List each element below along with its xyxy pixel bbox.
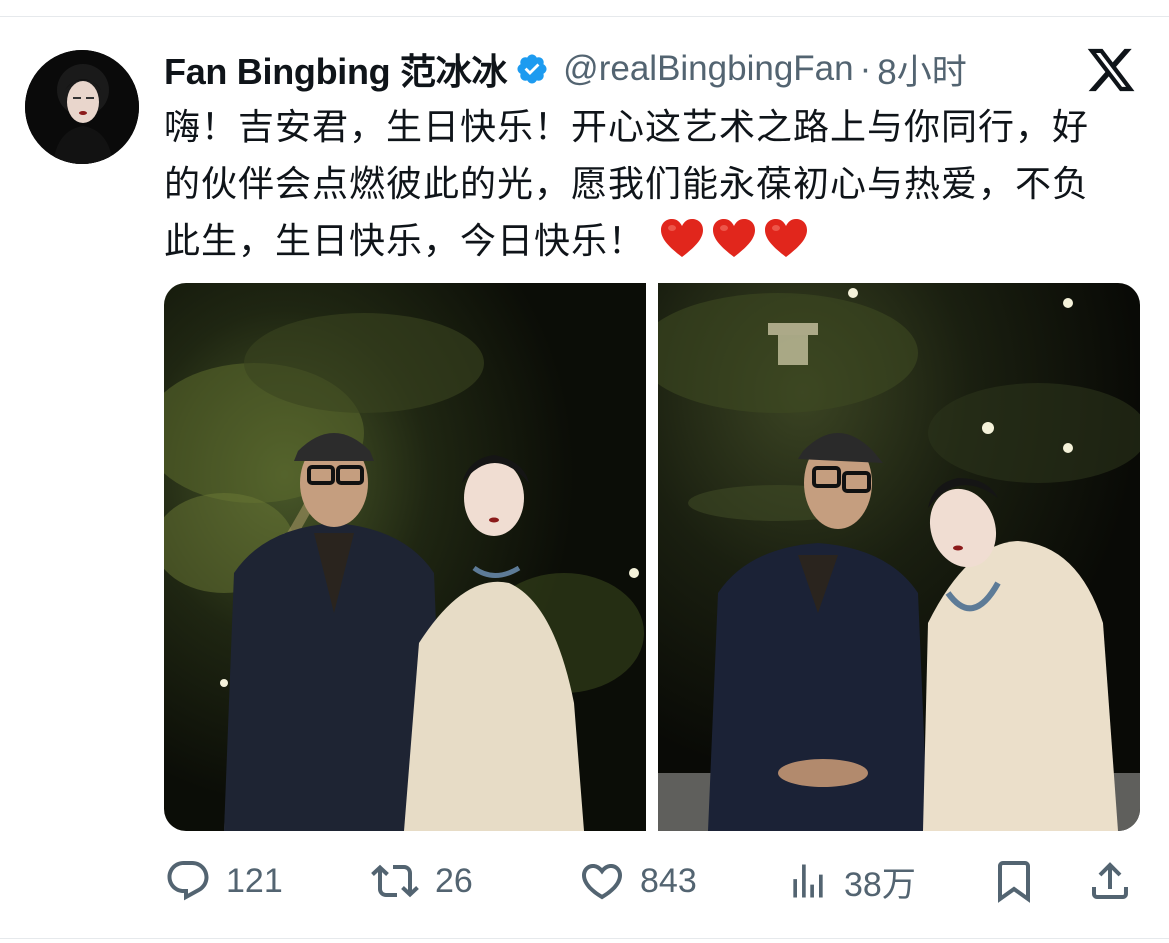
share-icon	[1092, 862, 1128, 899]
display-name[interactable]: Fan Bingbing 范冰冰	[164, 43, 507, 95]
heart-emoji	[661, 219, 704, 257]
timestamp[interactable]: 8小时	[877, 44, 966, 95]
heart-icon	[581, 864, 623, 900]
reply-count: 121	[226, 861, 283, 900]
separator-dot: ·	[859, 49, 872, 88]
tweet-line: 此生，生日快乐，今日快乐！	[164, 220, 646, 261]
heart-emoji	[765, 219, 808, 257]
emoji-group	[659, 217, 809, 259]
bottom-divider	[0, 938, 1169, 939]
bookmark-icon	[998, 861, 1030, 903]
tweet-text: 嗨！吉安君，生日快乐！开心这艺术之路上与你同行，好 的伙伴会点燃彼此的光，愿我们…	[164, 98, 1149, 269]
retweet-button[interactable]: 26	[369, 852, 473, 910]
views-button[interactable]: 38万	[786, 852, 916, 910]
reply-button[interactable]: 121	[164, 852, 283, 910]
reply-icon	[167, 861, 209, 901]
top-divider	[0, 16, 1169, 17]
action-bar: 121 26 843 38万	[164, 852, 1140, 910]
bookmark-button[interactable]	[990, 852, 1038, 910]
tweet-line-last: 此生，生日快乐，今日快乐！	[164, 212, 1149, 269]
media-grid	[164, 283, 1140, 831]
retweet-count: 26	[435, 861, 473, 900]
verified-badge-icon	[515, 52, 549, 86]
like-count: 843	[640, 861, 697, 900]
views-icon	[793, 864, 823, 898]
profile-photo	[25, 50, 139, 164]
photo-2[interactable]	[658, 283, 1140, 831]
share-button[interactable]	[1086, 852, 1134, 910]
handle[interactable]: @realBingbingFan	[563, 49, 853, 89]
like-button[interactable]: 843	[578, 852, 697, 910]
tweet-line: 嗨！吉安君，生日快乐！开心这艺术之路上与你同行，好	[164, 106, 1090, 147]
tweet-line: 的伙伴会点燃彼此的光，愿我们能永葆初心与热爱，不负	[164, 163, 1090, 204]
heart-emoji	[713, 219, 756, 257]
photo-1[interactable]	[164, 283, 646, 831]
views-count: 38万	[844, 865, 916, 904]
avatar[interactable]	[25, 50, 139, 164]
tweet-header: Fan Bingbing 范冰冰 @realBingbingFan · 8小时	[164, 44, 1084, 94]
retweet-icon	[371, 864, 419, 898]
x-logo-icon[interactable]	[1085, 44, 1137, 96]
